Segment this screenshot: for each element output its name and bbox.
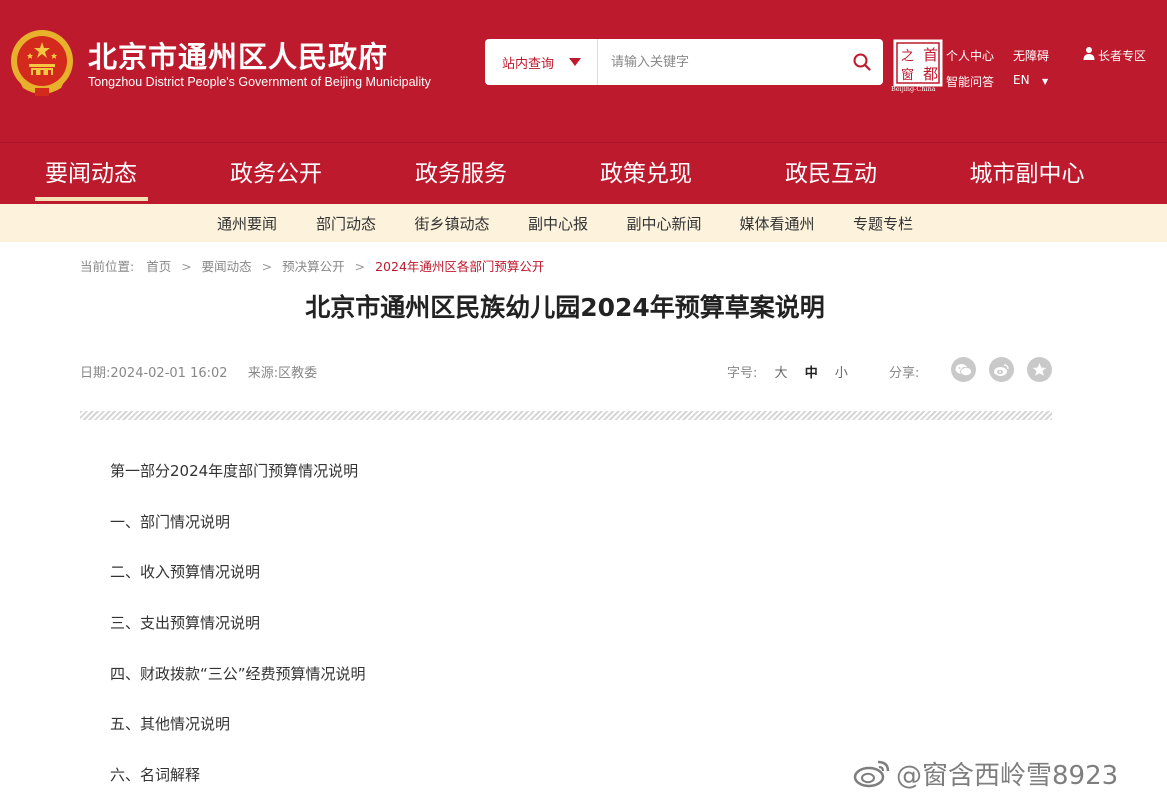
article-paragraph: 第一部分2024年度部门预算情况说明 [110,462,359,480]
chevron-down-icon [569,58,581,66]
capital-logo-caption: Beijing-China [891,85,936,93]
sub-nav: 通州要闻 部门动态 街乡镇动态 副中心报 副中心新闻 媒体看通州 专题专栏 [0,204,1167,242]
share-label: 分享: [889,366,920,381]
nav-item-gov-services[interactable]: 政务服务 [415,143,507,205]
breadcrumb: 当前位置: 首页 > 要闻动态 > 预决算公开 > 2024年通州区各部门预算公… [80,256,544,275]
article-paragraph: 三、支出预算情况说明 [110,614,261,633]
nav-item-sub-center[interactable]: 城市副中心 [970,143,1085,205]
language-switch[interactable]: EN [1013,73,1030,87]
national-emblem-icon[interactable] [9,28,75,98]
favorite-icon [1032,363,1047,376]
personal-center-link[interactable]: 个人中心 [946,47,994,64]
breadcrumb-separator: > [181,259,192,274]
nav-item-gov-affairs[interactable]: 政务公开 [230,143,322,205]
nav-item-interaction[interactable]: 政民互动 [785,143,877,205]
font-size-label: 字号: [727,366,758,381]
sub-nav-special-topics[interactable]: 专题专栏 [853,204,913,242]
site-title[interactable]: 北京市通州区人民政府 [88,34,388,76]
sub-nav-town-news[interactable]: 街乡镇动态 [414,204,489,242]
search-button[interactable] [841,39,883,85]
font-size-small[interactable]: 小 [835,366,848,381]
site-header: 北京市通州区人民政府 Tongzhou District People's Go… [0,0,1167,142]
article-source: 来源:区教委 [247,366,318,381]
article-title: 北京市通州区民族幼儿园2024年预算草案说明 [305,293,825,322]
weibo-icon [994,363,1009,376]
font-size-medium[interactable]: 中 [805,366,818,381]
breadcrumb-current[interactable]: 2024年通州区各部门预算公开 [375,259,544,274]
watermark-text: @窗含西岭雪8923 [896,760,1119,791]
search-scope-dropdown[interactable]: 站内查询 [485,39,598,85]
svg-text:都: 都 [923,65,938,83]
share-favorite-button[interactable] [1027,357,1052,382]
nav-item-news[interactable]: 要闻动态 [45,143,137,205]
breadcrumb-separator: > [261,259,273,274]
sub-nav-sub-center-paper[interactable]: 副中心报 [528,204,588,242]
share-weibo-button[interactable] [989,357,1014,382]
sub-nav-sub-center-news[interactable]: 副中心新闻 [626,204,701,242]
article-meta: 日期:2024-02-01 16:02 来源:区教委 [80,362,333,381]
search-scope-label: 站内查询 [502,56,555,72]
elder-person-icon [1083,47,1095,60]
nav-active-indicator [35,197,148,201]
smart-qa-link[interactable]: 智能问答 [946,73,994,90]
weibo-logo-icon [853,760,890,788]
breadcrumb-budget-disclosure[interactable]: 预决算公开 [282,259,345,274]
wechat-icon [955,363,972,376]
weibo-watermark: @窗含西岭雪8923 [852,755,1118,791]
sub-nav-tongzhou-news[interactable]: 通州要闻 [217,204,277,242]
breadcrumb-home[interactable]: 首页 [146,259,171,274]
accessibility-link[interactable]: 无障碍 [1013,47,1049,64]
article-paragraph: 一、部门情况说明 [110,512,231,531]
breadcrumb-label: 当前位置: [80,259,135,274]
article-date: 日期:2024-02-01 16:02 [80,366,228,381]
font-size-controls: 字号: 大 中 小 [727,362,848,381]
svg-text:之: 之 [901,49,914,64]
sub-nav-media[interactable]: 媒体看通州 [739,204,814,242]
elder-zone-link[interactable]: 长者专区 [1098,47,1146,64]
font-size-large[interactable]: 大 [775,366,788,381]
site-subtitle: Tongzhou District People's Government of… [88,75,431,89]
breadcrumb-separator: > [354,259,366,274]
main-nav: 要闻动态 政务公开 政务服务 政策兑现 政民互动 城市副中心 [0,142,1167,204]
article-paragraph: 四、财政拨款“三公”经费预算情况说明 [110,664,366,683]
article-body: 第一部分2024年度部门预算情况说明 一、部门情况说明 二、收入预算情况说明 三… [110,460,1010,800]
language-caret-icon: ▼ [1042,77,1049,86]
search-input[interactable] [599,39,839,85]
search-icon [853,53,871,71]
article-divider [80,411,1052,420]
search-box: 站内查询 [485,39,883,85]
svg-text:窗: 窗 [901,67,914,83]
share-wechat-button[interactable] [951,357,976,382]
svg-text:首: 首 [923,46,938,64]
nav-item-policy[interactable]: 政策兑现 [600,143,692,205]
breadcrumb-news[interactable]: 要闻动态 [202,259,252,274]
article-paragraph: 二、收入预算情况说明 [110,563,261,582]
sub-nav-department-news[interactable]: 部门动态 [316,204,376,242]
